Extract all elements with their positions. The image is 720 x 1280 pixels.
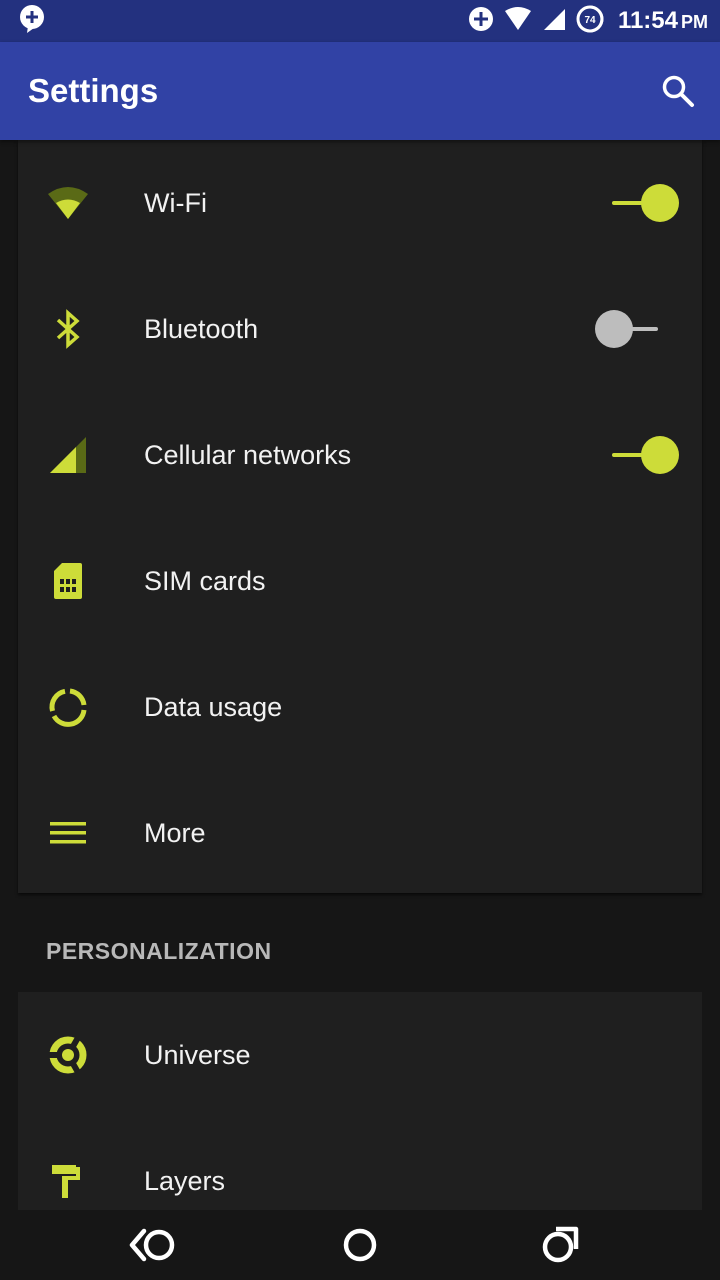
universe-icon: [46, 1033, 90, 1077]
wifi-icon: [46, 181, 90, 225]
recents-button[interactable]: [532, 1220, 588, 1270]
setting-label: Layers: [144, 1165, 226, 1196]
notification-icon: [18, 4, 46, 39]
navigation-bar: [0, 1210, 720, 1280]
battery-level: 74: [584, 15, 596, 26]
layers-icon: [46, 1159, 90, 1203]
setting-layers[interactable]: Layers: [18, 1118, 702, 1210]
home-icon: [343, 1228, 377, 1262]
battery-icon: 74: [576, 5, 604, 38]
page-title: Settings: [28, 72, 159, 109]
search-icon: [662, 75, 694, 107]
wireless-card: Wi-Fi Bluetooth Cellular networks SIM ca…: [18, 140, 702, 893]
bluetooth-icon: [46, 307, 90, 351]
setting-label: Bluetooth: [144, 313, 259, 344]
back-button[interactable]: [126, 1220, 182, 1270]
more-icon: [46, 811, 90, 855]
recents-icon: [542, 1226, 579, 1263]
setting-bluetooth[interactable]: Bluetooth: [18, 266, 702, 392]
search-button[interactable]: [658, 71, 698, 111]
back-icon: [129, 1228, 175, 1262]
cellular-icon: [46, 433, 90, 477]
data-usage-icon: [46, 685, 90, 729]
data-saver-icon: [468, 6, 494, 37]
setting-label: Cellular networks: [144, 439, 352, 470]
setting-sim-cards[interactable]: SIM cards: [18, 518, 702, 644]
setting-data-usage[interactable]: Data usage: [18, 644, 702, 770]
setting-label: More: [144, 817, 206, 848]
home-button[interactable]: [332, 1220, 388, 1270]
setting-more[interactable]: More: [18, 770, 702, 896]
settings-list: Wi-Fi Bluetooth Cellular networks SIM ca…: [0, 140, 720, 1210]
setting-label: SIM cards: [144, 565, 266, 596]
cellular-toggle[interactable]: [612, 435, 682, 475]
wifi-toggle[interactable]: [612, 183, 682, 223]
signal-status-icon: [542, 7, 566, 36]
wifi-status-icon: [504, 6, 532, 36]
setting-wifi[interactable]: Wi-Fi: [18, 140, 702, 266]
setting-universe[interactable]: Universe: [18, 992, 702, 1118]
section-header-personalization: PERSONALIZATION: [46, 938, 272, 964]
setting-label: Wi-Fi: [144, 187, 207, 218]
status-time: 11:54 PM: [617, 7, 708, 34]
sim-card-icon: [46, 559, 90, 603]
status-bar: 74 11:54 PM: [0, 0, 720, 42]
app-bar: Settings: [0, 42, 720, 140]
setting-label: Universe: [144, 1039, 251, 1070]
setting-label: Data usage: [144, 691, 283, 722]
bluetooth-toggle[interactable]: [594, 309, 664, 349]
personalization-card: Universe Layers: [18, 992, 702, 1210]
setting-cellular-networks[interactable]: Cellular networks: [18, 392, 702, 518]
